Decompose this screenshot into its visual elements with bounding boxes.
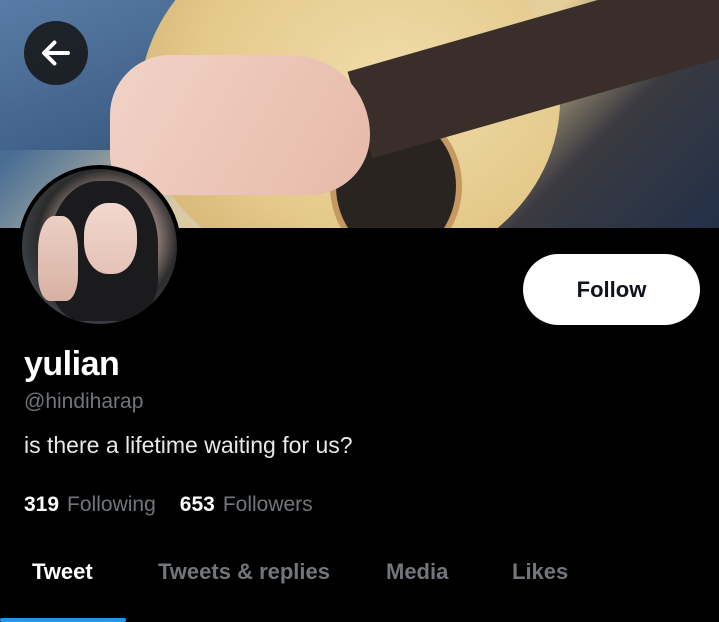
avatar-image — [22, 169, 177, 324]
following-label: Following — [67, 493, 156, 516]
avatar-face — [84, 203, 137, 275]
followers-label: Followers — [222, 493, 313, 516]
tab-tweets-and-replies[interactable]: Tweets & replies — [158, 559, 330, 585]
banner-hand — [110, 55, 370, 195]
active-tab-indicator — [0, 618, 126, 622]
tab-media[interactable]: Media — [386, 559, 448, 585]
arrow-left-icon — [42, 40, 70, 66]
profile-tabs: Tweet Tweets & replies Media Likes — [0, 545, 719, 622]
tab-likes[interactable]: Likes — [512, 559, 568, 585]
avatar[interactable] — [18, 165, 181, 328]
following-count: 319 — [24, 493, 60, 516]
profile-bio: is there a lifetime waiting for us? — [24, 432, 353, 458]
following-stat[interactable]: 319 Following — [24, 493, 156, 517]
display-name: yulian — [24, 345, 120, 383]
followers-count: 653 — [179, 493, 215, 516]
profile-stats: 319 Following 653 Followers — [24, 493, 313, 517]
tab-tweet[interactable]: Tweet — [32, 559, 93, 585]
back-button[interactable] — [24, 21, 88, 85]
follow-button[interactable]: Follow — [523, 254, 700, 325]
followers-stat[interactable]: 653 Followers — [180, 493, 313, 517]
avatar-peace-sign — [37, 215, 78, 301]
user-handle: @hindiharap — [24, 390, 144, 413]
